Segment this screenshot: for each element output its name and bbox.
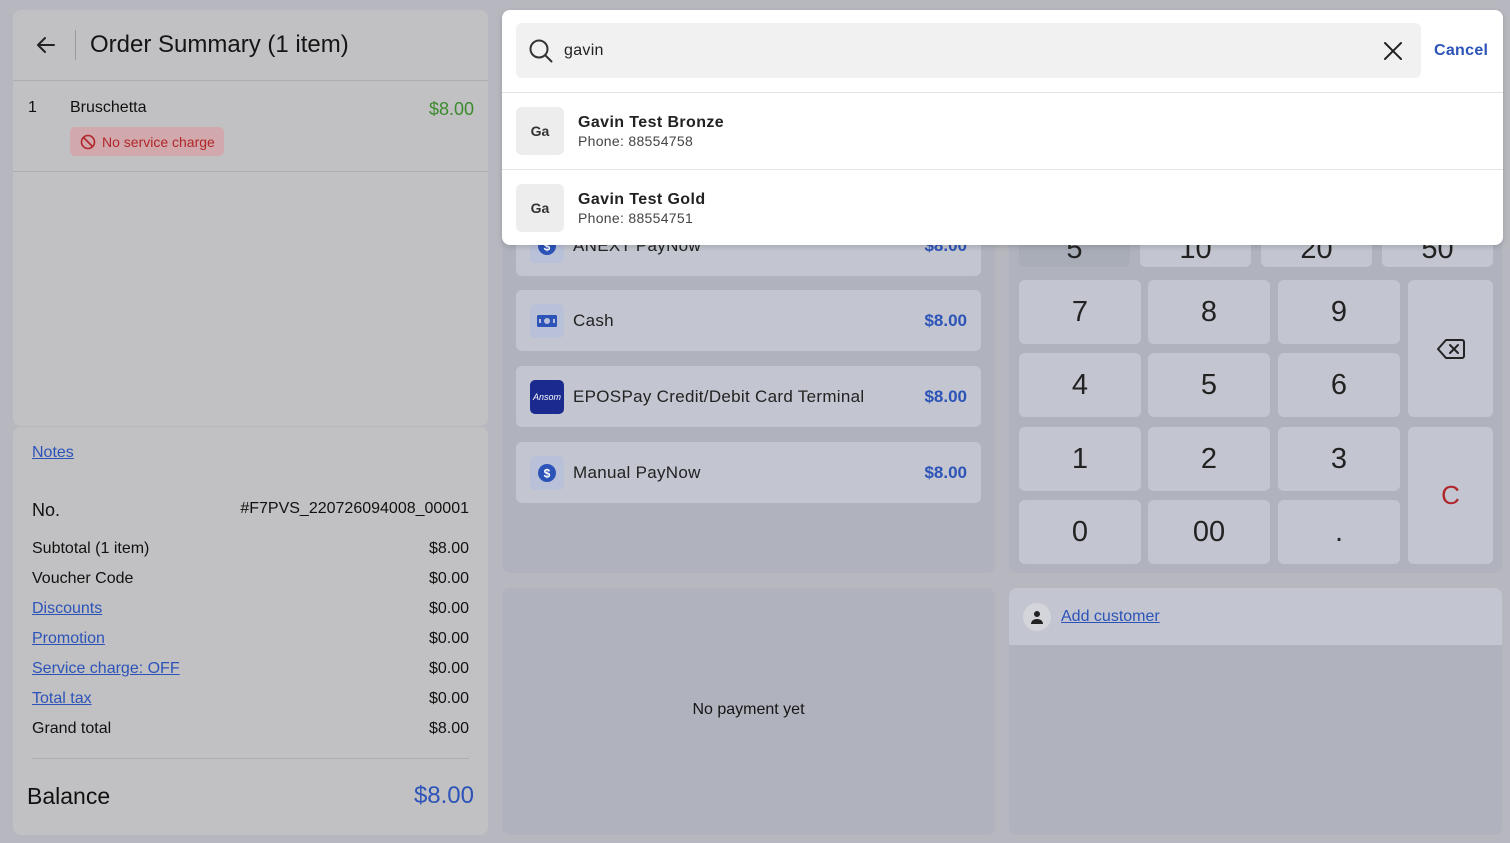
back-button[interactable] [33, 32, 59, 58]
key-6[interactable]: 6 [1278, 353, 1400, 417]
avatar: Ga [516, 107, 564, 155]
key-3[interactable]: 3 [1278, 427, 1400, 491]
order-item-row[interactable]: 1 Bruschetta $8.00 No service charge [13, 81, 488, 172]
backspace-icon [1436, 338, 1465, 359]
subtotal-row: Subtotal (1 item) $8.00 [32, 540, 469, 562]
discounts-row: Discounts $0.00 [32, 600, 469, 622]
item-price: $8.00 [428, 99, 474, 119]
add-customer-row[interactable]: Add customer [1009, 588, 1502, 645]
item-name: Bruschetta [70, 99, 147, 116]
search-result-item[interactable]: Ga Gavin Test Bronze Phone: 88554758 [516, 107, 1503, 155]
promotion-link[interactable]: Promotion [32, 630, 105, 652]
result-phone: Phone: 88554751 [578, 209, 694, 226]
dollar-circle-icon: $ [530, 455, 564, 490]
subtotal-value: $8.00 [428, 540, 469, 557]
payment-method-amount: $8.00 [924, 386, 967, 406]
payment-method-label: EPOSPay Credit/Debit Card Terminal [573, 386, 865, 406]
result-text: Gavin Test Bronze Phone: 88554758 [578, 114, 724, 149]
results-divider [502, 169, 1503, 170]
payment-method-amount: $8.00 [924, 462, 967, 482]
person-icon [1023, 602, 1051, 631]
grand-total-value: $8.00 [428, 720, 469, 737]
order-totals-panel: Notes No. #F7PVS_220726094008_00001 Subt… [13, 427, 488, 835]
key-decimal[interactable]: . [1278, 500, 1400, 564]
voucher-label: Voucher Code [32, 570, 134, 587]
svg-text:$: $ [544, 466, 551, 480]
no-payment-text: No payment yet [692, 701, 805, 718]
search-input[interactable] [564, 41, 1373, 60]
service-charge-row: Service charge: OFF $0.00 [32, 660, 469, 682]
voucher-value: $0.00 [428, 570, 469, 587]
key-9[interactable]: 9 [1278, 280, 1400, 344]
balance-value: $8.00 [413, 782, 474, 809]
key-5[interactable]: 5 [1148, 353, 1270, 417]
customer-panel: Add customer [1009, 588, 1502, 835]
promotion-value: $0.00 [428, 630, 469, 647]
search-bar [516, 23, 1421, 78]
payment-method-amount: $8.00 [924, 310, 967, 330]
key-00[interactable]: 00 [1148, 500, 1270, 564]
cancel-button[interactable]: Cancel [1434, 42, 1488, 60]
result-name: Gavin Test Gold [578, 190, 706, 208]
discounts-link[interactable]: Discounts [32, 600, 102, 622]
totals-divider [32, 758, 469, 759]
key-1[interactable]: 1 [1019, 427, 1141, 491]
grand-total-label: Grand total [32, 720, 112, 737]
total-tax-value: $0.00 [428, 690, 469, 707]
payment-method-manual-paynow[interactable]: $ Manual PayNow $8.00 [516, 442, 981, 503]
item-quantity: 1 [28, 99, 37, 116]
key-8[interactable]: 8 [1148, 280, 1270, 344]
order-summary-header: Order Summary (1 item) [13, 10, 488, 81]
payment-method-cash[interactable]: Cash $8.00 [516, 290, 981, 351]
payment-method-epospay-card-terminal[interactable]: Ansom EPOSPay Credit/Debit Card Terminal… [516, 366, 981, 427]
key-2[interactable]: 2 [1148, 427, 1270, 491]
no-service-charge-tag: No service charge [70, 127, 224, 156]
card-terminal-logo: Ansom [530, 379, 564, 414]
cash-icon [530, 303, 564, 338]
order-number: #F7PVS_220726094008_00001 [240, 500, 469, 517]
payment-method-label: Cash [573, 310, 614, 330]
arrow-left-icon [37, 37, 55, 53]
key-7[interactable]: 7 [1019, 280, 1141, 344]
header-divider [75, 30, 76, 60]
result-text: Gavin Test Gold Phone: 88554751 [578, 191, 706, 226]
search-icon [529, 39, 553, 62]
promotion-row: Promotion $0.00 [32, 630, 469, 652]
payments-panel: No payment yet [502, 588, 995, 835]
add-customer-link[interactable]: Add customer [1061, 608, 1160, 626]
tag-label: No service charge [102, 133, 215, 150]
total-tax-row: Total tax $0.00 [32, 690, 469, 712]
balance-label: Balance [27, 783, 111, 809]
discounts-value: $0.00 [428, 600, 469, 617]
backspace-key[interactable] [1408, 280, 1493, 417]
grand-total-row: Grand total $8.00 [32, 720, 469, 742]
order-summary-panel: Order Summary (1 item) 1 Bruschetta $8.0… [13, 10, 488, 426]
voucher-row: Voucher Code $0.00 [32, 570, 469, 592]
notes-link[interactable]: Notes [32, 444, 74, 462]
clear-key[interactable]: C [1408, 427, 1493, 564]
avatar: Ga [516, 184, 564, 232]
key-4[interactable]: 4 [1019, 353, 1141, 417]
subtotal-label: Subtotal (1 item) [32, 540, 150, 557]
close-icon [1384, 41, 1402, 60]
customer-search-panel: Cancel Ga Gavin Test Bronze Phone: 88554… [502, 10, 1503, 245]
service-charge-value: $0.00 [428, 660, 469, 677]
order-summary-title: Order Summary (1 item) [90, 31, 349, 58]
results-divider [502, 92, 1503, 93]
service-charge-link[interactable]: Service charge: OFF [32, 660, 180, 682]
result-name: Gavin Test Bronze [578, 113, 725, 131]
result-phone: Phone: 88554758 [578, 132, 694, 149]
key-0[interactable]: 0 [1019, 500, 1141, 564]
order-number-label: No. [32, 500, 61, 520]
payment-method-label: Manual PayNow [573, 462, 701, 482]
search-result-item[interactable]: Ga Gavin Test Gold Phone: 88554751 [516, 184, 1503, 232]
total-tax-link[interactable]: Total tax [32, 690, 92, 712]
clear-search-button[interactable] [1373, 31, 1413, 71]
prohibited-icon [80, 134, 96, 149]
